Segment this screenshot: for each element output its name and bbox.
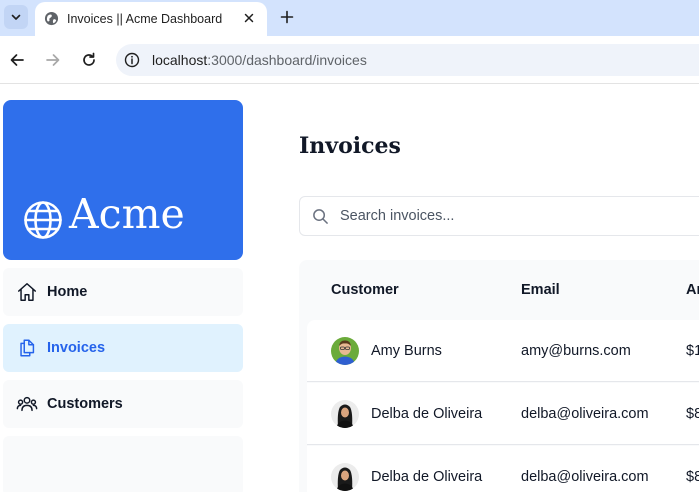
url-text: localhost:3000/dashboard/invoices [152,52,367,68]
logo-text: Acme [69,190,185,238]
search-icon [313,209,328,224]
sidebar-item-label: Home [47,284,88,300]
table-row: Delba de Oliveira delba@oliveira.com $8 [307,446,699,492]
sidebar-item-invoices[interactable]: Invoices [3,324,243,372]
table-row: Amy Burns amy@burns.com $1 [307,320,699,382]
tab-close-button[interactable] [240,9,258,27]
chevron-down-icon [11,14,21,20]
arrow-left-icon [10,54,24,66]
url-path: :3000/dashboard/invoices [207,52,367,68]
customer-name: Delba de Oliveira [371,469,483,485]
document-duplicate-icon [20,339,35,357]
globe-icon [24,201,62,239]
close-icon [244,13,254,23]
search-input[interactable] [340,206,699,226]
globe-favicon-icon [44,11,59,26]
customer-email: delba@oliveira.com [521,469,649,485]
invoice-amount: $8 [686,406,699,422]
customer-email: delba@oliveira.com [521,406,649,422]
avatar [331,463,359,491]
reload-button[interactable] [79,50,99,70]
user-group-icon [16,396,38,412]
page-title: Invoices [299,133,401,159]
sidebar-item-home[interactable]: Home [3,268,243,316]
column-header-email: Email [521,282,560,298]
sidebar-item-customers[interactable]: Customers [3,380,243,428]
address-bar[interactable]: localhost:3000/dashboard/invoices [116,44,699,76]
site-info-icon[interactable] [124,52,140,68]
table-row: Delba de Oliveira delba@oliveira.com $8 [307,383,699,445]
invoices-table: Customer Email Am Amy Burns amy@burns.co… [299,260,699,492]
browser-tab-bar: Invoices || Acme Dashboard [0,0,699,36]
browser-toolbar: localhost:3000/dashboard/invoices [0,36,699,84]
home-icon [18,283,36,301]
customer-email: amy@burns.com [521,343,631,359]
customer-name: Delba de Oliveira [371,406,483,422]
url-host: localhost [152,52,208,68]
forward-button[interactable] [43,50,63,70]
sidebar-spacer [3,436,243,492]
column-header-amount: Am [686,282,699,298]
column-header-customer: Customer [331,282,399,298]
browser-tab-active[interactable]: Invoices || Acme Dashboard [35,2,267,36]
arrow-right-icon [46,54,60,66]
sidebar-item-label: Customers [47,396,123,412]
avatar [331,337,359,365]
invoice-amount: $8 [686,469,699,485]
search-box [299,196,699,236]
invoice-amount: $1 [686,343,699,359]
new-tab-button[interactable] [277,7,297,27]
plus-icon [280,10,294,24]
customer-name: Amy Burns [371,343,442,359]
tab-search-button[interactable] [4,5,28,29]
sidebar-item-label: Invoices [47,340,106,356]
avatar [331,400,359,428]
back-button[interactable] [7,50,27,70]
reload-icon [83,52,95,66]
acme-logo-link[interactable]: Acme [3,100,243,260]
tab-title: Invoices || Acme Dashboard [67,12,223,26]
